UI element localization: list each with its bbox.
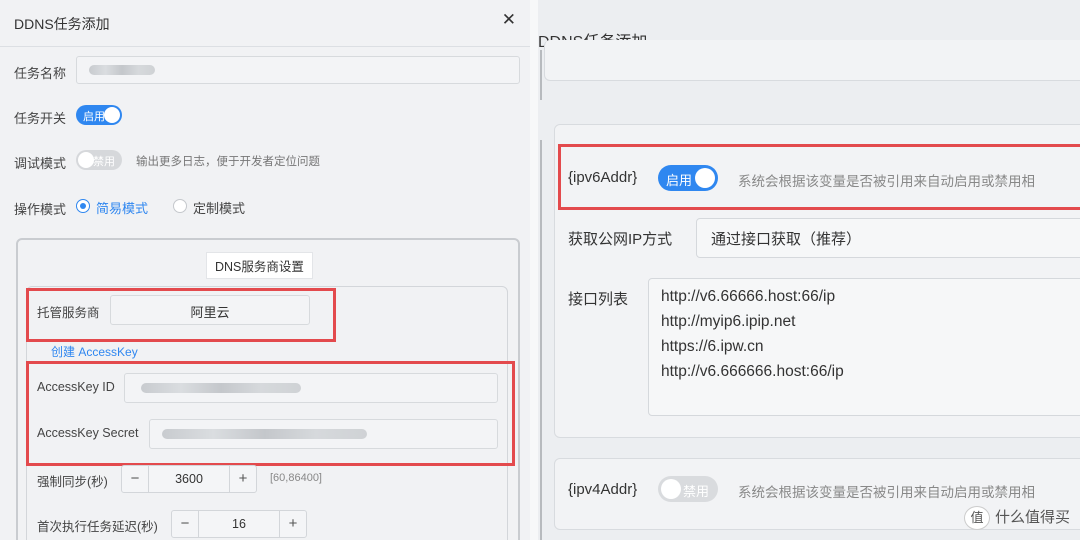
ipv4-toggle[interactable]: 禁用 (658, 476, 718, 502)
close-icon[interactable]: ✕ (502, 10, 516, 30)
interface-list-textarea[interactable]: http://v6.66666.host:66/ip http://myip6.… (648, 278, 1080, 416)
toggle-state-text: 启用 (666, 173, 693, 188)
dialog-title: DDNS任务添加 (14, 16, 110, 32)
simple-mode-label[interactable]: 简易模式 (96, 198, 148, 217)
task-name-label: 任务名称 (14, 66, 67, 81)
toggle-knob (695, 168, 715, 188)
right-dialog: DDNS任务添加 {ipv6Addr} 启用 系统会根据该变量是否被引用来自动启… (538, 0, 1080, 540)
first-delay-stepper[interactable]: − 16 + (171, 510, 307, 538)
watermark-badge-icon: 值 (963, 506, 990, 530)
scrollbar-track[interactable] (540, 140, 542, 540)
interface-line: http://v6.66666.host:66/ip (661, 288, 836, 305)
simple-mode-radio[interactable] (76, 199, 90, 213)
force-sync-stepper[interactable]: − 3600 + (121, 465, 257, 493)
fetch-method-label: 获取公网IP方式 (568, 231, 673, 248)
pane-divider (530, 0, 538, 540)
operation-mode-label: 操作模式 (14, 202, 67, 217)
task-switch-toggle[interactable]: 启用 (76, 105, 122, 125)
fetch-method-value: 通过接口获取（推荐） (711, 231, 862, 248)
interface-line: http://myip6.ipip.net (661, 313, 796, 330)
first-delay-value[interactable]: 16 (199, 517, 279, 531)
custom-mode-radio[interactable] (173, 199, 187, 213)
interface-line: http://v6.666666.host:66/ip (661, 363, 844, 380)
provider-highlight-box (26, 288, 336, 342)
debug-mode-toggle[interactable]: 禁用 (76, 150, 122, 170)
force-sync-label: 强制同步(秒) (37, 475, 108, 489)
ipv6-hint: 系统会根据该变量是否被引用来自动启用或禁用相 (738, 174, 1035, 189)
force-sync-value[interactable]: 3600 (149, 472, 229, 486)
watermark: 值什么值得买 (963, 506, 1070, 530)
toggle-state-text: 禁用 (682, 484, 709, 499)
ipv4-hint: 系统会根据该变量是否被引用来自动启用或禁用相 (738, 485, 1035, 500)
fetch-method-select[interactable]: 通过接口获取（推荐） (696, 218, 1080, 258)
dialog-header: DDNS任务添加 ✕ (0, 0, 530, 47)
toggle-state-text: 禁用 (93, 156, 115, 168)
interface-list-label: 接口列表 (568, 291, 629, 308)
force-sync-range: [60,86400] (270, 472, 322, 484)
increment-button[interactable]: + (229, 466, 256, 492)
left-dialog: DDNS任务添加 ✕ 任务名称 任务开关 启用 调试模式 禁用 输出更多日志，便… (0, 0, 530, 540)
dns-section-title: DNS服务商设置 (206, 252, 313, 279)
decrement-button[interactable]: − (122, 466, 149, 492)
custom-mode-label[interactable]: 定制模式 (193, 198, 245, 217)
toggle-knob (661, 479, 681, 499)
toggle-state-text: 启用 (83, 111, 105, 123)
first-delay-label: 首次执行任务延迟(秒) (37, 520, 158, 534)
toggle-knob (78, 152, 94, 168)
debug-mode-label: 调试模式 (14, 156, 67, 171)
create-accesskey-link[interactable]: 创建 AccessKey (51, 343, 138, 360)
debug-hint: 输出更多日志，便于开发者定位问题 (136, 156, 320, 168)
ipv6-toggle[interactable]: 启用 (658, 165, 718, 191)
accesskey-highlight-box (26, 361, 515, 466)
scrollbar-track[interactable] (540, 50, 542, 100)
increment-button[interactable]: + (279, 511, 306, 537)
task-name-input[interactable] (76, 56, 520, 84)
toggle-knob (104, 107, 120, 123)
watermark-text: 什么值得买 (994, 509, 1070, 526)
ipv4-variable-label: {ipv4Addr} (568, 481, 638, 498)
ipv6-variable-label: {ipv6Addr} (568, 169, 638, 186)
previous-card (544, 40, 1080, 81)
blurred-value (89, 65, 155, 75)
interface-line: https://6.ipw.cn (661, 338, 764, 355)
task-switch-label: 任务开关 (14, 111, 67, 126)
decrement-button[interactable]: − (172, 511, 199, 537)
